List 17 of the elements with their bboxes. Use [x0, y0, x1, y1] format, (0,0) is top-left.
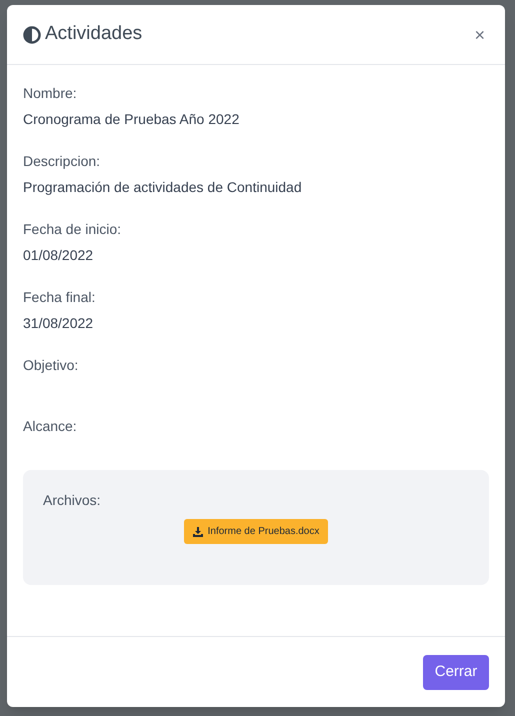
- close-dialog-button[interactable]: Cerrar: [423, 654, 489, 690]
- close-button[interactable]: ×: [470, 26, 489, 44]
- field-label: Descripcion:: [23, 152, 100, 171]
- field-label: Nombre:: [23, 84, 77, 103]
- field-value: Programación de actividades de Continuidad: [23, 178, 302, 197]
- dialog-title: Actividades: [45, 22, 142, 46]
- file-download-button[interactable]: Informe de Pruebas.docx: [184, 519, 328, 544]
- field-value: 31/08/2022: [23, 314, 94, 333]
- field-value: Cronograma de Pruebas Año 2022: [23, 110, 240, 129]
- field-label: Fecha final:: [23, 288, 96, 307]
- files-label: Archivos:: [43, 491, 101, 510]
- field-label: Fecha de inicio:: [23, 220, 122, 239]
- download-icon: [192, 526, 203, 536]
- half-circle-icon: [23, 26, 41, 44]
- field-label: Alcance:: [23, 417, 77, 436]
- field-value: 01/08/2022: [23, 246, 94, 265]
- field-label: Objetivo:: [23, 356, 78, 375]
